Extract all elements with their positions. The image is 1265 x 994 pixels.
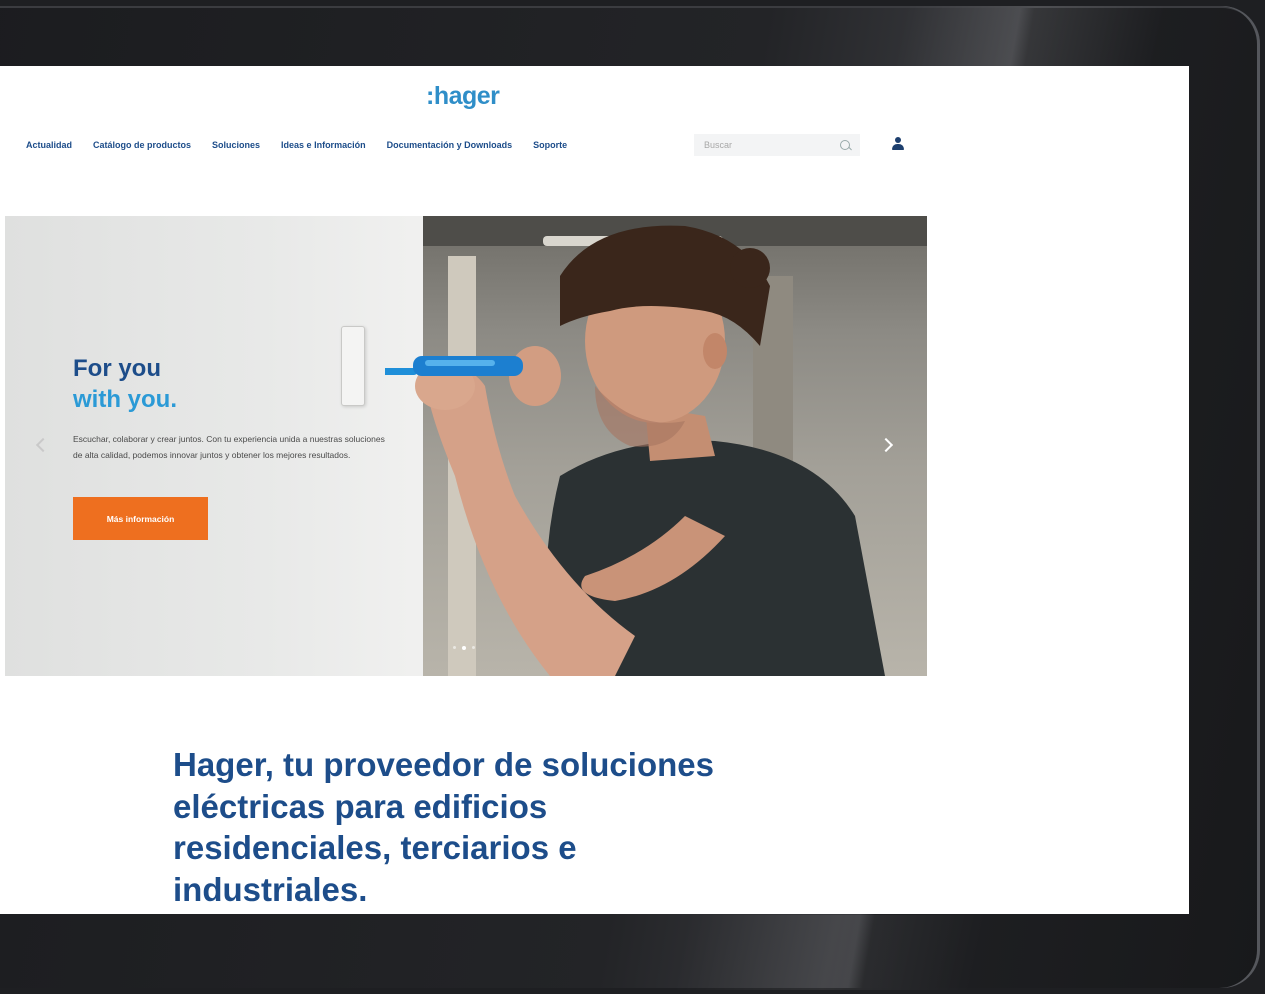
nav-item-catalogo[interactable]: Catálogo de productos — [93, 140, 191, 150]
nav-item-documentacion[interactable]: Documentación y Downloads — [387, 140, 513, 150]
hero-carousel: For you with you. Escuchar, colaborar y … — [5, 216, 927, 676]
nav-item-actualidad[interactable]: Actualidad — [26, 140, 72, 150]
hero-title-line2: with you. — [73, 386, 177, 413]
hero-description: Escuchar, colaborar y crear juntos. Con … — [73, 434, 385, 460]
wall-switch-photo — [341, 326, 365, 406]
more-info-button[interactable]: Más información — [73, 497, 208, 540]
search-icon[interactable] — [840, 140, 850, 150]
main-nav: Actualidad Catálogo de productos Solucio… — [26, 140, 588, 150]
bezel-reflection — [893, 6, 1167, 66]
user-icon-body — [892, 144, 904, 150]
tablet-screen: :hager Actualidad Catálogo de productos … — [0, 66, 1189, 914]
user-icon-head — [895, 137, 901, 143]
user-icon[interactable] — [891, 137, 905, 153]
nav-item-ideas[interactable]: Ideas e Información — [281, 140, 366, 150]
nav-item-soporte[interactable]: Soporte — [533, 140, 567, 150]
bezel-reflection — [672, 915, 988, 990]
nav-item-soluciones[interactable]: Soluciones — [212, 140, 260, 150]
carousel-dot[interactable] — [453, 646, 456, 649]
page-headline: Hager, tu proveedor de soluciones eléctr… — [173, 746, 714, 908]
carousel-dot-active[interactable] — [462, 645, 466, 650]
carousel-dot[interactable] — [472, 646, 475, 649]
hero-person-photo — [385, 225, 885, 676]
hager-logo[interactable]: :hager — [426, 82, 500, 111]
carousel-dots — [453, 645, 475, 650]
hero-title-line1: For you — [73, 355, 161, 382]
search-input[interactable] — [694, 134, 860, 156]
